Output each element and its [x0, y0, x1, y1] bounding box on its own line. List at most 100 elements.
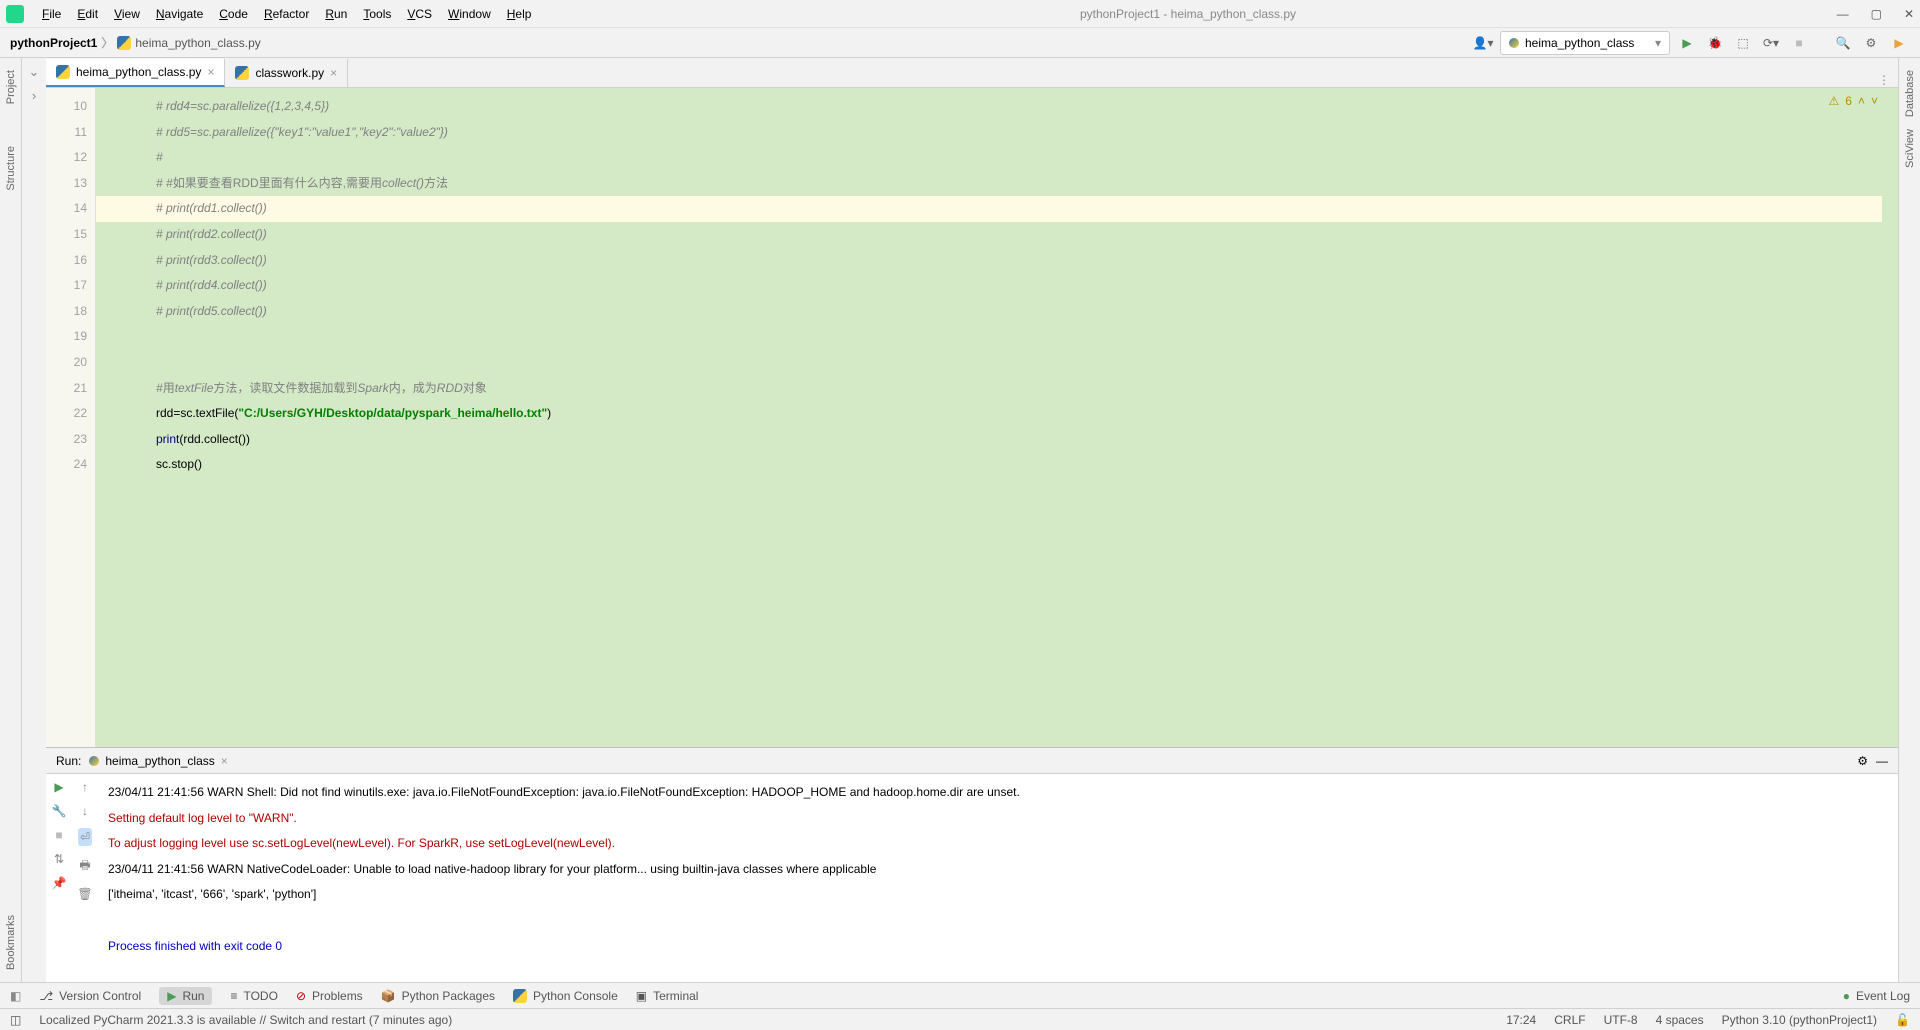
- navigation-bar: pythonProject1 〉 heima_python_class.py 👤…: [0, 28, 1920, 58]
- search-icon[interactable]: 🔍: [1832, 32, 1854, 54]
- menu-bar: FileEditViewNavigateCodeRefactorRunTools…: [0, 0, 1920, 28]
- menu-refactor[interactable]: Refactor: [256, 4, 317, 24]
- tool-icon[interactable]: 🔧: [52, 804, 67, 818]
- menu-file[interactable]: File: [34, 4, 69, 24]
- editor[interactable]: 101112131415161718192021222324 ⚠ 6 ˄ ˅ #…: [46, 88, 1898, 747]
- menu-navigate[interactable]: Navigate: [148, 4, 211, 24]
- gear-icon[interactable]: ⚙: [1857, 754, 1868, 768]
- code-content[interactable]: # rdd4=sc.parallelize({1,2,3,4,5}) # rdd…: [156, 94, 1898, 478]
- menu-run[interactable]: Run: [317, 4, 355, 24]
- menu-code[interactable]: Code: [211, 4, 256, 24]
- rerun-icon[interactable]: ▶: [54, 780, 63, 794]
- terminal-tab[interactable]: ▣ Terminal: [636, 989, 699, 1003]
- status-bar: ◫ Localized PyCharm 2021.3.3 is availabl…: [0, 1008, 1920, 1030]
- window-title: pythonProject1 - heima_python_class.py: [541, 7, 1834, 21]
- stop-icon[interactable]: ■: [55, 828, 62, 842]
- maximize-icon[interactable]: ▢: [1871, 7, 1882, 21]
- tab-label: classwork.py: [255, 66, 324, 80]
- close-icon[interactable]: ×: [330, 66, 337, 80]
- run-tab[interactable]: heima_python_class ×: [89, 754, 227, 768]
- tabs-more-icon[interactable]: ⋮: [1870, 73, 1898, 87]
- run-tab-button[interactable]: ▶ Run: [159, 987, 212, 1005]
- line-gutter: 101112131415161718192021222324: [46, 88, 96, 747]
- close-icon[interactable]: ×: [207, 65, 214, 79]
- bottom-tool-bar: ◧ ⎇ Version Control ▶ Run ≡ TODO ⊘ Probl…: [0, 982, 1920, 1008]
- tab-label: heima_python_class.py: [76, 65, 201, 79]
- editor-tabs: heima_python_class.py × classwork.py × ⋮: [46, 58, 1898, 88]
- status-indent[interactable]: 4 spaces: [1656, 1013, 1704, 1027]
- chevron-up-icon: ˄: [1858, 94, 1865, 108]
- down-icon[interactable]: ↓: [82, 804, 88, 818]
- profile-button[interactable]: ⟳▾: [1760, 32, 1782, 54]
- show-toolwindows-icon[interactable]: ◧: [10, 989, 21, 1003]
- stop-button[interactable]: ■: [1788, 32, 1810, 54]
- breadcrumb-file[interactable]: heima_python_class.py: [135, 36, 260, 50]
- status-message[interactable]: Localized PyCharm 2021.3.3 is available …: [39, 1013, 452, 1027]
- python-console-tab[interactable]: Python Console: [513, 989, 618, 1003]
- menu-tools[interactable]: Tools: [355, 4, 399, 24]
- python-packages-tab[interactable]: 📦 Python Packages: [381, 989, 495, 1003]
- chevron-down-icon: ˅: [1871, 94, 1878, 108]
- menu-window[interactable]: Window: [440, 4, 499, 24]
- right-tool-strip: Database SciView: [1898, 58, 1920, 982]
- menu-vcs[interactable]: VCS: [399, 4, 440, 24]
- todo-tab[interactable]: ≡ TODO: [230, 989, 277, 1003]
- collapse-icon[interactable]: ⌄: [29, 64, 40, 80]
- app-icon: [6, 5, 24, 23]
- status-line-sep[interactable]: CRLF: [1554, 1013, 1585, 1027]
- breadcrumb: pythonProject1 〉 heima_python_class.py: [10, 34, 261, 51]
- coverage-button[interactable]: ⬚: [1732, 32, 1754, 54]
- python-file-icon: [235, 66, 249, 80]
- expand-icon[interactable]: ›: [32, 88, 36, 103]
- database-tool-button[interactable]: Database: [1904, 64, 1916, 123]
- run-tool-col-1: ▶ 🔧 ■ ⇅ 📌: [46, 774, 72, 982]
- print-icon[interactable]: 🖶: [79, 856, 90, 877]
- sciview-tool-button[interactable]: SciView: [1904, 123, 1916, 174]
- status-icon[interactable]: ◫: [10, 1013, 21, 1027]
- editor-tab[interactable]: heima_python_class.py ×: [46, 59, 225, 87]
- status-encoding[interactable]: UTF-8: [1604, 1013, 1638, 1027]
- chevron-right-icon: 〉: [101, 34, 113, 51]
- run-label: Run:: [56, 754, 81, 768]
- menu-help[interactable]: Help: [499, 4, 540, 24]
- inspection-widget[interactable]: ⚠ 6 ˄ ˅: [1829, 94, 1878, 108]
- up-icon[interactable]: ↑: [82, 780, 88, 794]
- lock-icon[interactable]: 🔓: [1895, 1013, 1910, 1027]
- debug-button[interactable]: 🐞: [1704, 32, 1726, 54]
- menu-edit[interactable]: Edit: [69, 4, 106, 24]
- pin-icon[interactable]: 📌: [52, 876, 67, 890]
- gutter-icons: ⌄ ›: [22, 58, 46, 982]
- python-file-icon: [56, 65, 70, 79]
- delete-icon[interactable]: 🗑: [77, 887, 92, 901]
- breadcrumb-project[interactable]: pythonProject1: [10, 36, 97, 50]
- run-tab-name: heima_python_class: [105, 754, 214, 768]
- menu-view[interactable]: View: [106, 4, 148, 24]
- add-user-icon[interactable]: 👤▾: [1472, 32, 1494, 54]
- structure-tool-button[interactable]: Structure: [5, 140, 17, 197]
- soft-wrap-icon[interactable]: ⏎: [78, 828, 92, 846]
- run-tool-col-2: ↑ ↓ ⏎ 🖶 🗑: [72, 774, 98, 982]
- event-log-tab[interactable]: ● Event Log: [1843, 989, 1910, 1003]
- bookmarks-tool-button[interactable]: Bookmarks: [5, 909, 17, 976]
- run-tool-window: Run: heima_python_class × ⚙ — ▶ 🔧 ■ ⇅ 📌: [46, 747, 1898, 982]
- python-file-icon: [117, 36, 131, 50]
- close-icon[interactable]: ×: [221, 754, 228, 768]
- run-config-selector[interactable]: heima_python_class ▾: [1500, 31, 1670, 55]
- layout-icon[interactable]: ⇅: [54, 852, 64, 866]
- project-tool-button[interactable]: Project: [5, 64, 17, 110]
- settings-icon[interactable]: ⚙: [1860, 32, 1882, 54]
- console-output[interactable]: 23/04/11 21:41:56 WARN Shell: Did not fi…: [98, 774, 1898, 982]
- problems-tab[interactable]: ⊘ Problems: [296, 989, 363, 1003]
- version-control-tab[interactable]: ⎇ Version Control: [39, 989, 141, 1003]
- hide-icon[interactable]: —: [1876, 754, 1888, 768]
- python-icon: [89, 756, 99, 766]
- status-interpreter[interactable]: Python 3.10 (pythonProject1): [1722, 1013, 1877, 1027]
- editor-tab[interactable]: classwork.py ×: [225, 59, 348, 87]
- execute-icon[interactable]: ▶: [1888, 32, 1910, 54]
- status-time: 17:24: [1506, 1013, 1536, 1027]
- minimize-icon[interactable]: —: [1837, 7, 1849, 21]
- python-icon: [1509, 38, 1519, 48]
- run-button[interactable]: ▶: [1676, 32, 1698, 54]
- close-icon[interactable]: ✕: [1904, 7, 1914, 21]
- run-config-name: heima_python_class: [1525, 36, 1634, 50]
